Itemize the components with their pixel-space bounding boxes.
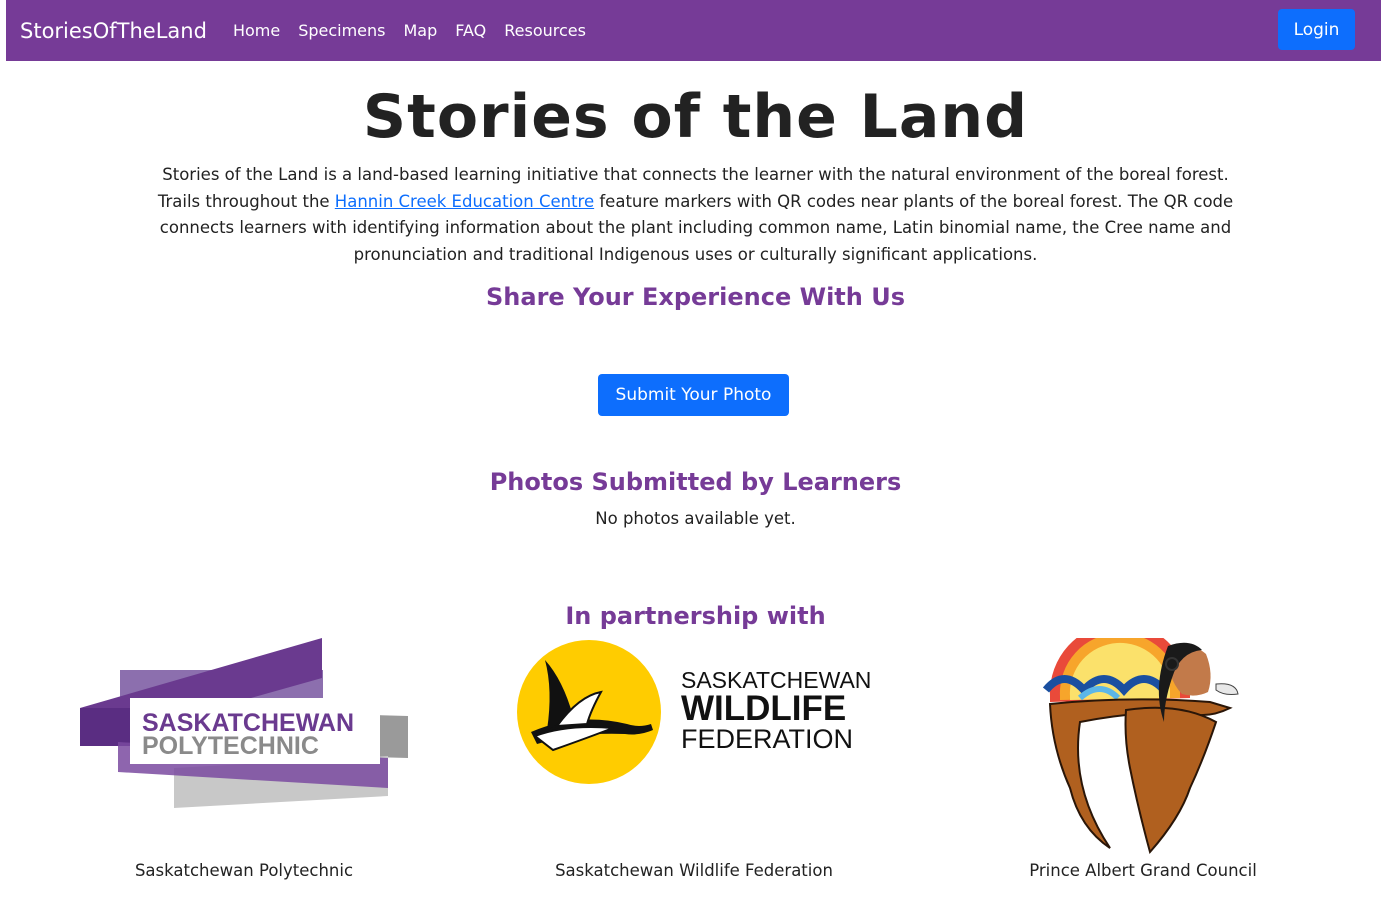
nav-home[interactable]: Home <box>233 21 280 40</box>
saskatchewan-wildlife-federation-logo: SASKATCHEWAN WILDLIFE FEDERATION <box>517 640 871 784</box>
polytechnic-logo-text-2: POLYTECHNIC <box>142 732 319 760</box>
hannin-creek-link[interactable]: Hannin Creek Education Centre <box>335 192 594 211</box>
nav-resources[interactable]: Resources <box>504 21 586 40</box>
brand-link[interactable]: StoriesOfTheLand <box>20 19 207 43</box>
nav-map[interactable]: Map <box>404 21 438 40</box>
no-photos-message: No photos available yet. <box>595 509 796 528</box>
partners-heading: In partnership with <box>565 602 826 630</box>
nav-specimens[interactable]: Specimens <box>298 21 385 40</box>
photos-heading: Photos Submitted by Learners <box>489 468 902 496</box>
submit-photo-button[interactable]: Submit Your Photo <box>598 374 789 416</box>
nav-faq[interactable]: FAQ <box>455 21 486 40</box>
partner-name-pagc: Prince Albert Grand Council <box>1029 861 1257 880</box>
partner-name-swf: Saskatchewan Wildlife Federation <box>555 861 833 880</box>
swf-logo-text-3: FEDERATION <box>681 724 853 754</box>
share-heading: Share Your Experience With Us <box>486 283 905 311</box>
saskatchewan-polytechnic-logo: SASKATCHEWAN POLYTECHNIC <box>80 638 408 808</box>
swf-logo-text-2: WILDLIFE <box>681 689 846 728</box>
nav-links: Home Specimens Map FAQ Resources <box>233 21 604 40</box>
login-button[interactable]: Login <box>1278 9 1355 50</box>
partner-name-polytechnic: Saskatchewan Polytechnic <box>134 861 354 880</box>
prince-albert-grand-council-logo <box>1042 638 1239 855</box>
top-navbar: StoriesOfTheLand Home Specimens Map FAQ … <box>6 0 1381 61</box>
intro-paragraph: Stories of the Land is a land-based lear… <box>150 162 1241 268</box>
page-title: Stories of the Land <box>362 82 1029 152</box>
